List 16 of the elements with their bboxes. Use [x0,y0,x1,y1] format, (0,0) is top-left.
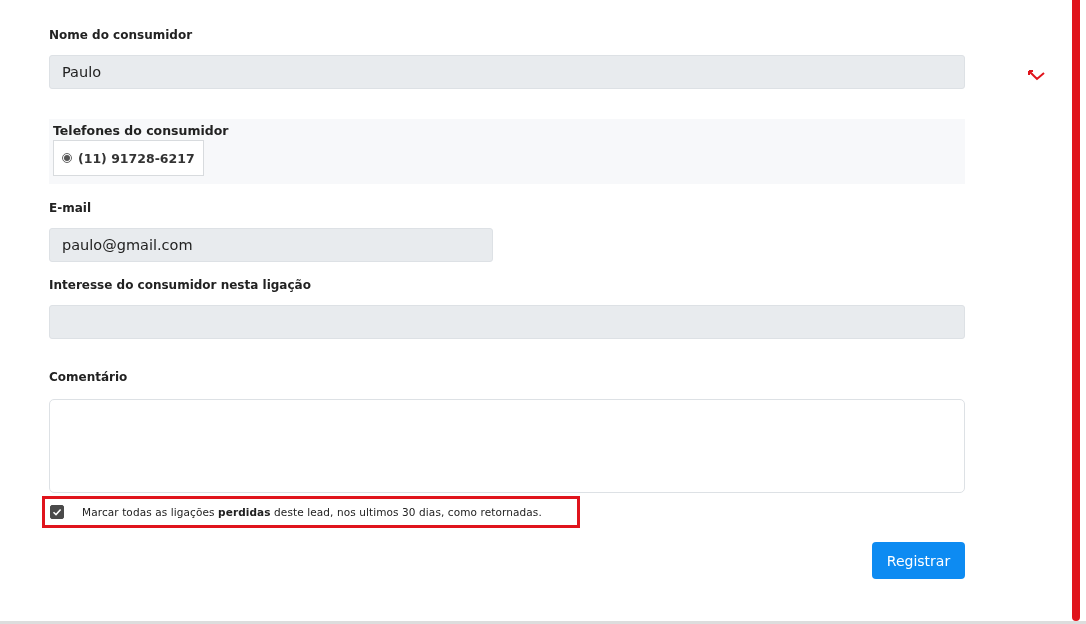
field-label: Comentário [49,370,128,386]
register-button[interactable]: Registrar [872,542,965,579]
field-label: Interesse do consumidor nesta ligação [49,278,311,294]
checkbox[interactable] [50,505,64,519]
radio-icon[interactable] [62,153,72,163]
missed-call-icon [1027,69,1045,81]
email-field[interactable]: paulo@gmail.com [49,228,493,262]
checkbox-label: Marcar todas as ligações perdidas deste lead, nos ultimos 30 dias, como retornadas. [82,506,542,518]
phone-option[interactable]: (11) 91728-6217 [53,140,204,176]
field-label: Nome do consumidor [49,28,193,44]
check-icon [52,507,62,517]
name-field[interactable]: Paulo [49,55,965,89]
field-label: E-mail [49,201,91,217]
interest-field[interactable] [49,305,965,339]
field-label: Telefones do consumidor [53,123,230,138]
comment-field[interactable] [49,399,965,493]
